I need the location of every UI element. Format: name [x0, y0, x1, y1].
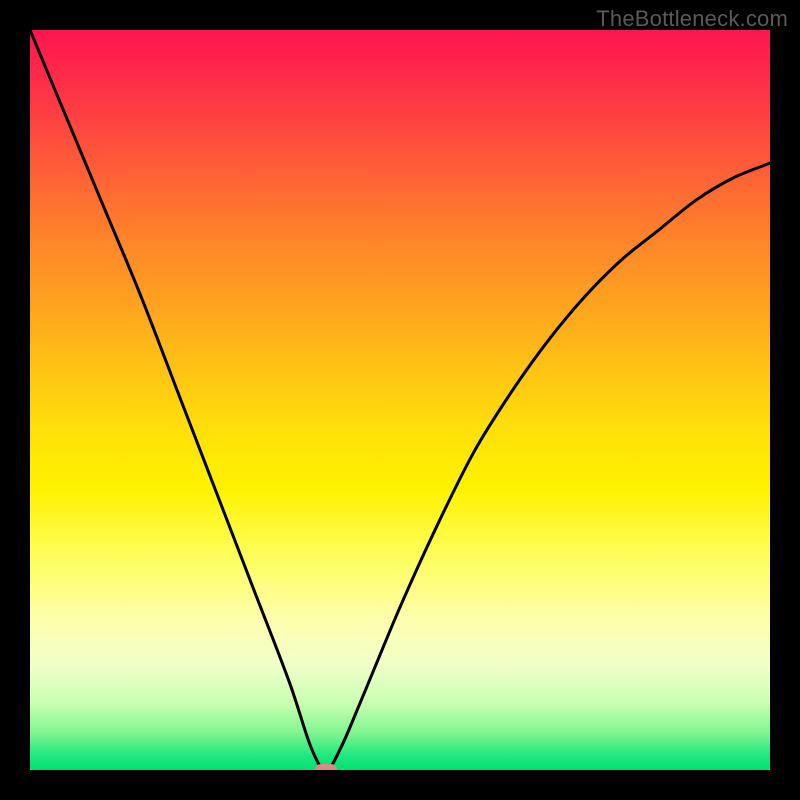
- optimal-marker: [315, 764, 337, 770]
- plot-area: [30, 30, 770, 770]
- bottleneck-curve-path: [30, 30, 770, 770]
- curve-svg: [30, 30, 770, 770]
- watermark-text: TheBottleneck.com: [596, 6, 788, 32]
